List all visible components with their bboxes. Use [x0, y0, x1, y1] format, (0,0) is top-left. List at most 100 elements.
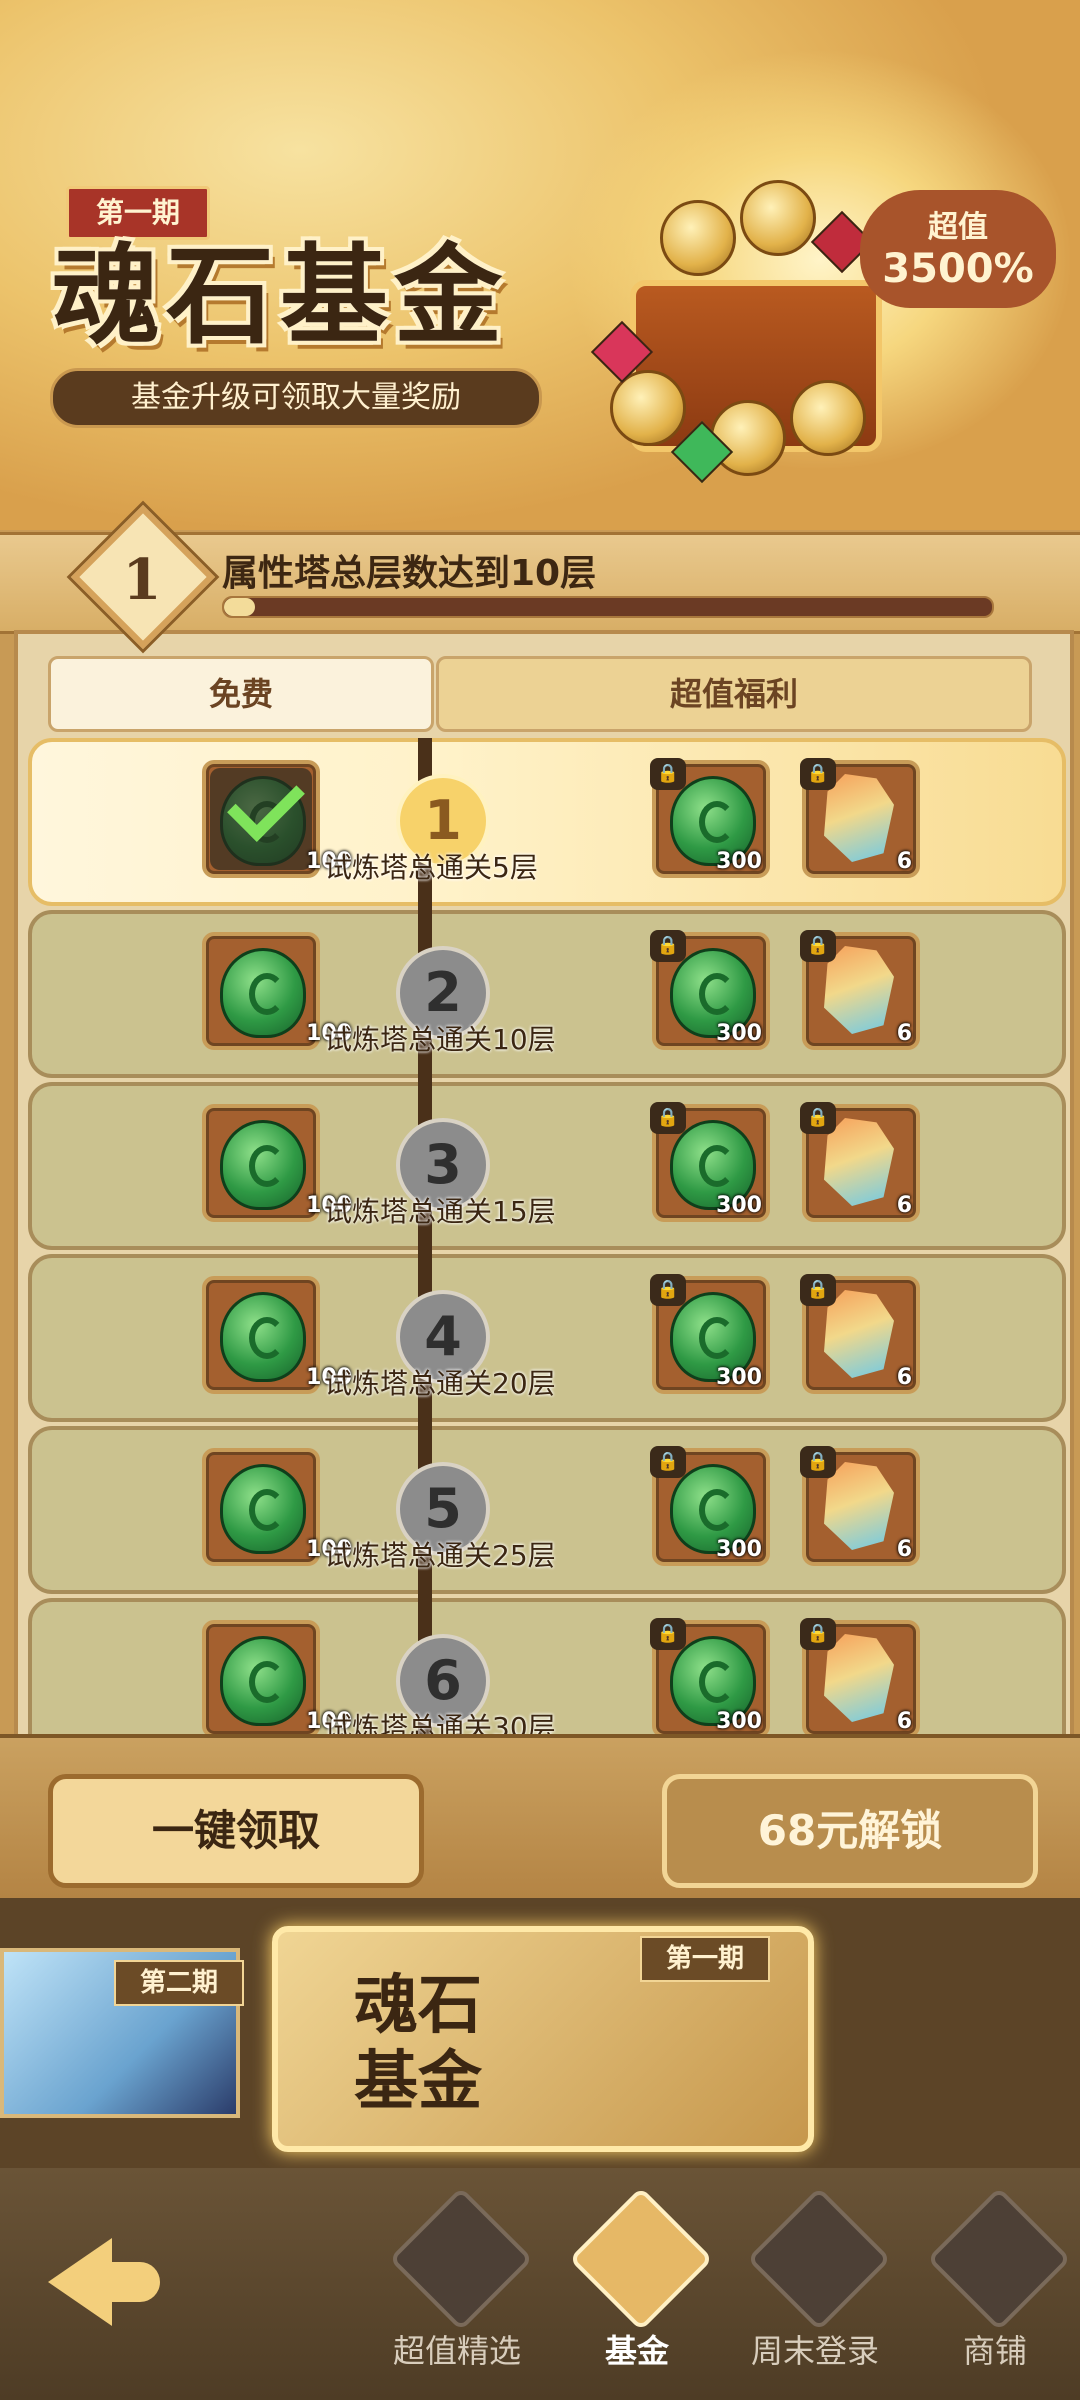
jade-token-icon — [220, 1464, 306, 1554]
lock-icon: 🔒 — [800, 930, 836, 962]
soul-crystal-icon — [824, 1118, 894, 1206]
claim-all-button[interactable]: 一键领取 — [48, 1774, 424, 1888]
premium-reward-slot[interactable]: 🔒 300 — [650, 758, 770, 878]
bottom-nav: 超值精选 基金 周末登录 商铺 — [0, 2168, 1080, 2400]
level-progress-bar — [222, 596, 994, 618]
lock-icon: 🔒 — [800, 1274, 836, 1306]
fund-card-strip: 第二期 第一期 魂石 基金 — [0, 1898, 1080, 2168]
tab-premium[interactable]: 超值福利 — [436, 656, 1032, 732]
premium-reward-qty: 6 — [896, 1537, 912, 1562]
reward-row[interactable]: 100 4 试炼塔总通关20层 🔒 300 🔒 6 — [28, 1254, 1066, 1422]
value-badge: 超值 3500% — [860, 190, 1056, 308]
reward-row[interactable]: 100 3 试炼塔总通关15层 🔒 300 🔒 6 — [28, 1082, 1066, 1250]
premium-reward-qty: 6 — [896, 1021, 912, 1046]
nav-item-fund[interactable]: 基金 — [562, 2186, 714, 2398]
jade-token-icon — [220, 1120, 306, 1210]
premium-reward-qty: 300 — [716, 1365, 762, 1390]
reward-requirement: 试炼塔总通关5层 — [324, 851, 538, 884]
lock-icon: 🔒 — [650, 758, 686, 790]
premium-reward-qty: 300 — [716, 849, 762, 874]
premium-reward-slot[interactable]: 🔒 6 — [800, 758, 920, 878]
reward-row[interactable]: 100 5 试炼塔总通关25层 🔒 300 🔒 6 — [28, 1426, 1066, 1594]
reward-row[interactable]: 100 1 试炼塔总通关5层 🔒 300 🔒 6 — [28, 738, 1066, 906]
premium-reward-qty: 300 — [716, 1537, 762, 1562]
fund-card-first[interactable]: 第一期 魂石 基金 — [272, 1926, 814, 2152]
jade-token-icon — [220, 948, 306, 1038]
free-reward-slot[interactable]: 100 — [202, 1104, 352, 1222]
reward-tabs: 免费 超值福利 — [48, 656, 1038, 732]
reward-requirement: 试炼塔总通关25层 — [324, 1539, 556, 1572]
tab-free[interactable]: 免费 — [48, 656, 434, 732]
lock-icon: 🔒 — [650, 1274, 686, 1306]
level-progress-fill — [224, 598, 255, 616]
nav-item-weekend-login[interactable]: 周末登录 — [740, 2186, 892, 2398]
nav-item-featured[interactable]: 超值精选 — [382, 2186, 534, 2398]
premium-reward-qty: 300 — [716, 1709, 762, 1734]
nav-item-label: 超值精选 — [392, 2332, 521, 2370]
coin-icon — [710, 400, 786, 476]
premium-reward-slot[interactable]: 🔒 300 — [650, 1102, 770, 1222]
free-reward-slot[interactable]: 100 — [202, 1620, 352, 1734]
lock-icon: 🔒 — [800, 1618, 836, 1650]
lock-icon: 🔒 — [800, 758, 836, 790]
nav-item-shop[interactable]: 商铺 — [920, 2186, 1072, 2398]
reward-row[interactable]: 100 2 试炼塔总通关10层 🔒 300 🔒 6 — [28, 910, 1066, 1078]
premium-reward-slot[interactable]: 🔒 300 — [650, 930, 770, 1050]
fund-card-title: 魂石 基金 — [308, 1968, 528, 2120]
coin-icon — [740, 180, 816, 256]
premium-reward-slot[interactable]: 🔒 6 — [800, 930, 920, 1050]
reward-row[interactable]: 100 6 试炼塔总通关30层 🔒 300 🔒 6 — [28, 1598, 1066, 1738]
lock-icon: 🔒 — [800, 1102, 836, 1134]
free-reward-slot[interactable]: 100 — [202, 760, 352, 878]
lock-icon: 🔒 — [800, 1446, 836, 1478]
premium-reward-slot[interactable]: 🔒 6 — [800, 1446, 920, 1566]
premium-reward-slot[interactable]: 🔒 300 — [650, 1446, 770, 1566]
free-reward-slot[interactable]: 100 — [202, 1448, 352, 1566]
nav-item-label: 商铺 — [962, 2332, 1027, 2370]
lock-icon: 🔒 — [650, 930, 686, 962]
coin-icon — [790, 380, 866, 456]
free-reward-slot[interactable]: 100 — [202, 932, 352, 1050]
shrine-icon — [746, 2186, 892, 2332]
premium-reward-slot[interactable]: 🔒 300 — [650, 1274, 770, 1394]
premium-reward-slot[interactable]: 🔒 300 — [650, 1618, 770, 1734]
level-number: 1 — [122, 547, 162, 613]
value-badge-label: 超值 — [928, 210, 988, 245]
fund-card-title-line2: 基金 — [354, 2044, 482, 2119]
fund-card-second[interactable]: 第二期 — [0, 1948, 244, 2118]
shop-icon — [926, 2186, 1072, 2332]
treasure-chest-illustration — [590, 180, 882, 484]
treasure-chest-icon — [568, 2186, 714, 2332]
level-task-text: 属性塔总层数达到10层 — [222, 553, 597, 594]
soul-crystal-icon — [824, 946, 894, 1034]
coin-icon — [660, 200, 736, 276]
premium-reward-qty: 6 — [896, 1365, 912, 1390]
free-reward-slot[interactable]: 100 — [202, 1276, 352, 1394]
check-icon — [227, 764, 305, 842]
back-button[interactable] — [38, 2208, 168, 2348]
jade-token-icon — [220, 1292, 306, 1382]
fund-card-period-tag: 第一期 — [640, 1936, 770, 1982]
premium-reward-qty: 300 — [716, 1021, 762, 1046]
fund-subtitle: 基金升级可领取大量奖励 — [50, 368, 542, 428]
moneybag-icon — [388, 2186, 534, 2332]
reward-panel: 免费 超值福利 100 1 试炼塔总通关5层 🔒 300 🔒 6 100 2 试… — [14, 630, 1074, 1738]
lock-icon: 🔒 — [650, 1618, 686, 1650]
action-bar: 一键领取 68元解锁 — [0, 1734, 1080, 1898]
soul-crystal-icon — [824, 1634, 894, 1722]
reward-requirement: 试炼塔总通关15层 — [324, 1195, 556, 1228]
fund-card-title-line1: 魂石 — [354, 1968, 482, 2043]
premium-reward-qty: 6 — [896, 1709, 912, 1734]
fund-banner: 第一期 魂石基金 基金升级可领取大量奖励 超值 3500% — [0, 0, 1080, 530]
unlock-button[interactable]: 68元解锁 — [662, 1774, 1038, 1888]
premium-reward-qty: 6 — [896, 849, 912, 874]
reward-requirement: 试炼塔总通关30层 — [324, 1711, 556, 1738]
reward-requirement: 试炼塔总通关20层 — [324, 1367, 556, 1400]
premium-reward-slot[interactable]: 🔒 6 — [800, 1618, 920, 1734]
lock-icon: 🔒 — [650, 1102, 686, 1134]
premium-reward-slot[interactable]: 🔒 6 — [800, 1102, 920, 1222]
back-arrow-tail — [100, 2262, 160, 2302]
claimed-overlay — [210, 764, 312, 870]
soul-crystal-icon — [824, 774, 894, 862]
premium-reward-slot[interactable]: 🔒 6 — [800, 1274, 920, 1394]
